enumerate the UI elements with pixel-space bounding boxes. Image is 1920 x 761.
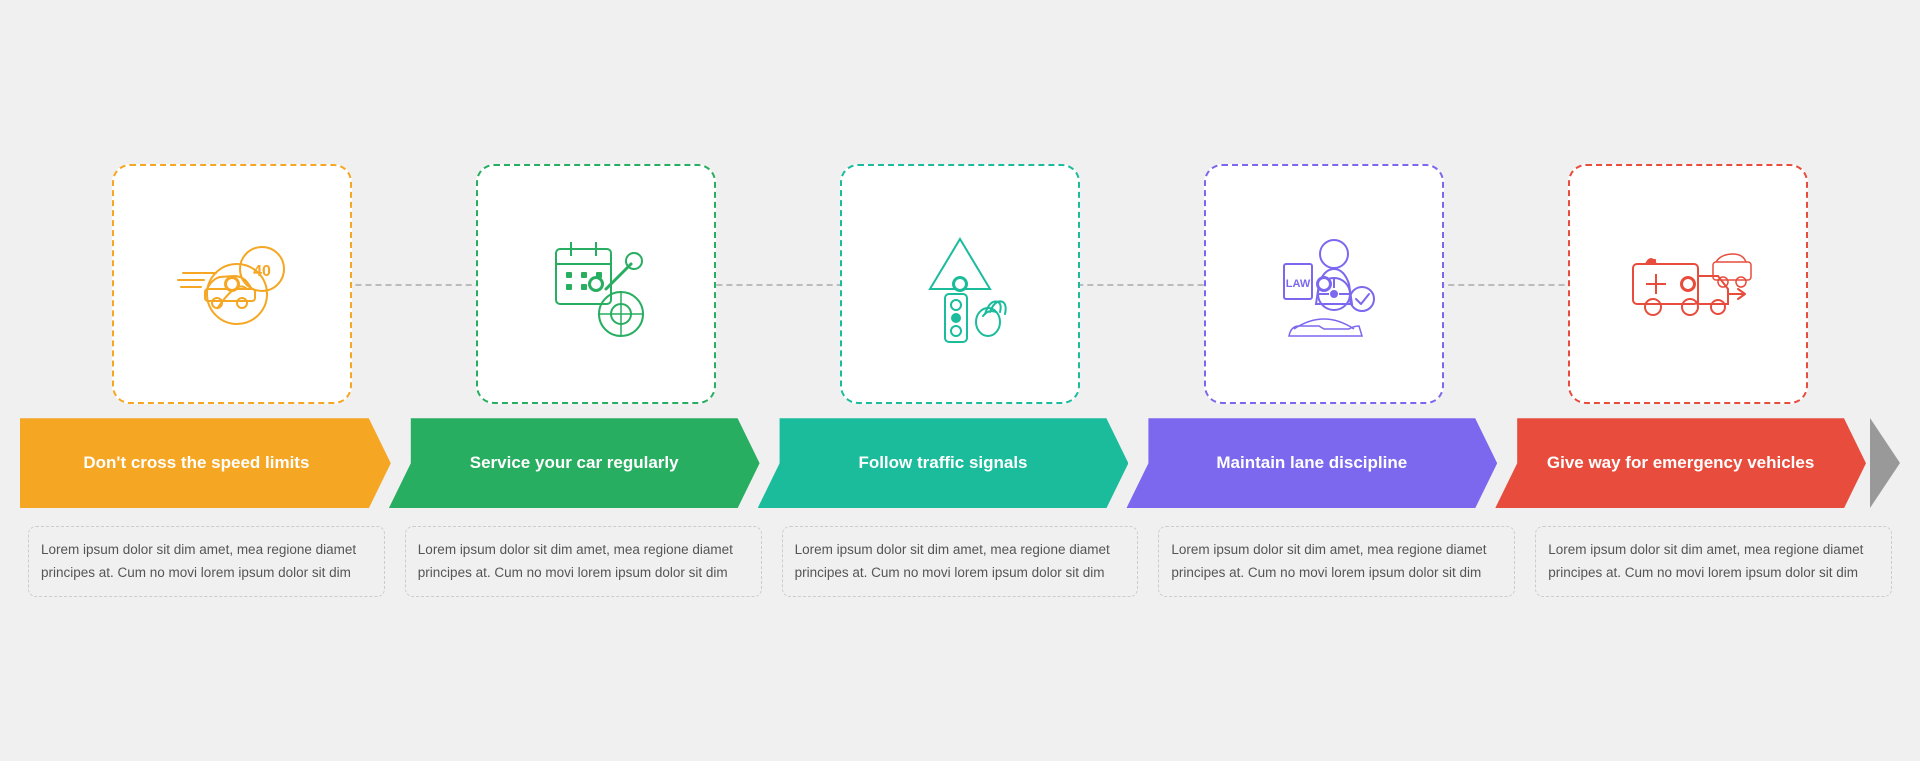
arrows-row: Don't cross the speed limits Service you… (20, 418, 1900, 508)
arrow-label-traffic: Follow traffic signals (758, 418, 1129, 508)
desc-speed: Lorem ipsum dolor sit dim amet, mea regi… (28, 526, 385, 597)
arrow-label-emergency: Give way for emergency vehicles (1495, 418, 1866, 508)
arrow-lane: Maintain lane discipline (1126, 418, 1497, 508)
arrow-label-service: Service your car regularly (389, 418, 760, 508)
infographic: 40 (20, 164, 1900, 597)
desc-text-lane: Lorem ipsum dolor sit dim amet, mea regi… (1171, 539, 1502, 584)
end-arrow (1870, 418, 1900, 508)
svg-text:LAW: LAW (1286, 278, 1311, 290)
arrow-label-lane: Maintain lane discipline (1126, 418, 1497, 508)
desc-service: Lorem ipsum dolor sit dim amet, mea regi… (405, 526, 762, 597)
arrow-emergency: Give way for emergency vehicles (1495, 418, 1866, 508)
desc-text-speed: Lorem ipsum dolor sit dim amet, mea regi… (41, 539, 372, 584)
svg-text:40: 40 (253, 263, 271, 280)
desc-emergency: Lorem ipsum dolor sit dim amet, mea regi… (1535, 526, 1892, 597)
desc-text-service: Lorem ipsum dolor sit dim amet, mea regi… (418, 539, 749, 584)
desc-lane: Lorem ipsum dolor sit dim amet, mea regi… (1158, 526, 1515, 597)
desc-traffic: Lorem ipsum dolor sit dim amet, mea regi… (782, 526, 1139, 597)
arrow-traffic: Follow traffic signals (758, 418, 1129, 508)
desc-text-emergency: Lorem ipsum dolor sit dim amet, mea regi… (1548, 539, 1879, 584)
arrow-label-speed: Don't cross the speed limits (20, 418, 391, 508)
cards-row: 40 (20, 164, 1900, 404)
arrow-service: Service your car regularly (389, 418, 760, 508)
descriptions-row: Lorem ipsum dolor sit dim amet, mea regi… (20, 526, 1900, 597)
desc-text-traffic: Lorem ipsum dolor sit dim amet, mea regi… (795, 539, 1126, 584)
arrow-speed: Don't cross the speed limits (20, 418, 391, 508)
